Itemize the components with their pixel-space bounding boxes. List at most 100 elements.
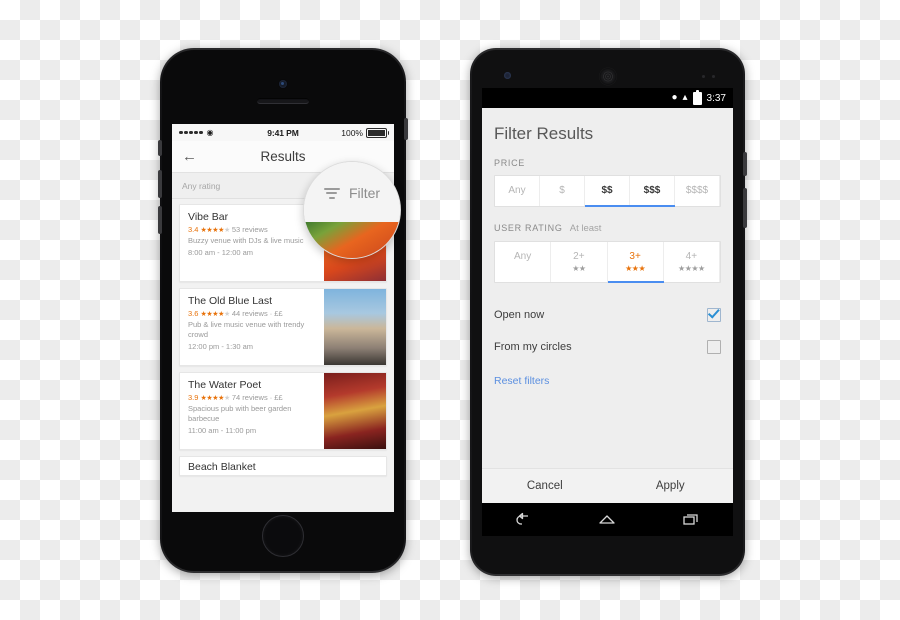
rating-filter-label: Any rating (182, 180, 221, 191)
result-info: The Water Poet 3.9 ★★★★★ 74 reviews · ££… (180, 373, 324, 449)
list-item[interactable]: Beach Blanket (179, 456, 387, 476)
iphone-home-button[interactable] (262, 515, 304, 557)
back-arrow-icon[interactable]: ← (182, 149, 197, 164)
rating-option-label: 3+ (629, 251, 641, 262)
result-name: The Water Poet (188, 379, 262, 391)
iphone-power-button[interactable] (404, 118, 408, 140)
open-now-checkbox[interactable] (707, 308, 721, 322)
user-rating-section-label: USER RATING At least (494, 223, 721, 234)
iphone-volume-up-button[interactable] (158, 170, 162, 198)
result-name: The Old Blue Last (188, 295, 273, 307)
apply-button[interactable]: Apply (608, 469, 734, 503)
rating-option-3plus[interactable]: 3+ ★★★ (608, 242, 664, 282)
price-option-label: Any (508, 185, 526, 196)
price-option-label: $$$$ (685, 185, 709, 196)
result-meta: 3.6 ★★★★★ 44 reviews · ££ (188, 309, 318, 318)
open-now-row[interactable]: Open now (494, 299, 721, 331)
android-earpiece-speaker (599, 68, 616, 85)
rating-segmented-control[interactable]: Any 2+ ★★ 3+ ★★★ 4+ ★★★★ (494, 241, 721, 283)
battery-icon (692, 89, 702, 105)
rating-option-stars-icon: ★★★★ (678, 264, 705, 273)
result-name: Vibe Bar (188, 211, 229, 223)
callout-bottom-surface (304, 222, 400, 258)
result-meta: 3.4 ★★★★★ 53 reviews (188, 225, 318, 234)
android-sensor-array (702, 75, 715, 78)
android-power-button[interactable] (743, 152, 747, 176)
rating-score: 3.4 (188, 225, 199, 234)
price-option-1[interactable]: $ (540, 176, 585, 206)
review-count: 74 reviews (231, 393, 268, 402)
result-info: The Old Blue Last 3.6 ★★★★★ 44 reviews ·… (180, 289, 324, 365)
android-nav-bar (482, 503, 733, 536)
android-home-icon[interactable] (597, 512, 617, 527)
result-description: Pub & live music venue with trendy crowd (188, 320, 305, 340)
result-info: Vibe Bar 3.4 ★★★★★ 53 reviews Buzzy venu… (180, 205, 324, 281)
result-thumbnail (324, 289, 386, 365)
cancel-button[interactable]: Cancel (482, 469, 608, 503)
battery-icon (366, 127, 389, 138)
iphone-silent-switch[interactable] (158, 140, 162, 156)
price-segmented-control[interactable]: Any $ $$ $$$ $$$$ (494, 175, 721, 207)
android-front-camera (504, 72, 511, 79)
rating-score: 3.6 (188, 309, 199, 318)
price-option-label: $ (559, 185, 565, 196)
review-count: 53 reviews (231, 225, 268, 234)
list-item[interactable]: The Water Poet 3.9 ★★★★★ 74 reviews · ££… (179, 372, 387, 450)
rating-stars-icon: ★★★★★ (200, 226, 230, 234)
iphone-device: ◉ 9:41 PM 100% ← Results Any rating Vibe… (158, 48, 408, 573)
filter-button-label: Filter (348, 185, 381, 201)
rating-option-any[interactable]: Any (495, 242, 552, 282)
result-description: Spacious pub with beer garden barbecue (188, 404, 292, 424)
result-name: Beach Blanket (188, 461, 256, 473)
rating-selection-indicator (607, 280, 664, 283)
from-my-circles-label: From my circles (494, 341, 572, 353)
price-level: · ££ (269, 393, 283, 402)
callout-content: Filter (304, 162, 400, 258)
list-item[interactable]: The Old Blue Last 3.6 ★★★★★ 44 reviews ·… (179, 288, 387, 366)
result-hours: 11:00 am - 11:00 pm (188, 426, 257, 436)
android-clock: 3:37 (706, 92, 726, 104)
price-option-4[interactable]: $$$$ (675, 176, 720, 206)
android-recents-icon[interactable] (681, 512, 701, 527)
page-title: Filter Results (494, 124, 594, 143)
filter-panel: Filter Results PRICE Any $ $$ $$$ $$$$ U… (482, 108, 733, 468)
ios-status-bar: ◉ 9:41 PM 100% (172, 124, 394, 141)
price-label-text: PRICE (494, 158, 526, 168)
price-option-2[interactable]: $$ (585, 176, 630, 206)
result-description: Buzzy venue with DJs & live music (188, 236, 304, 245)
reset-filters-link[interactable]: Reset filters (494, 375, 721, 387)
rating-score: 3.9 (188, 393, 199, 402)
price-option-any[interactable]: Any (495, 176, 540, 206)
ios-status-right: 100% (341, 127, 389, 138)
rating-option-2plus[interactable]: 2+ ★★ (551, 242, 608, 282)
result-thumbnail (324, 373, 386, 449)
from-my-circles-checkbox[interactable] (707, 340, 721, 354)
rating-option-label: 2+ (573, 251, 585, 262)
android-volume-button[interactable] (743, 188, 747, 228)
rating-option-label: 4+ (685, 251, 698, 262)
android-screen: ● ▴ 3:37 Filter Results PRICE Any $ $$ $… (482, 88, 733, 536)
filter-button[interactable]: Filter (304, 178, 400, 208)
price-section-label: PRICE (494, 158, 721, 168)
user-rating-sublabel: At least (569, 223, 602, 234)
android-back-icon[interactable] (514, 512, 534, 527)
from-my-circles-row[interactable]: From my circles (494, 331, 721, 363)
android-status-bar: ● ▴ 3:37 (482, 88, 733, 108)
price-selection-indicator (585, 204, 675, 207)
dialog-actions: Cancel Apply (482, 468, 733, 503)
location-pin-icon: ● (671, 92, 678, 103)
review-count: 44 reviews (231, 309, 268, 318)
iphone-earpiece-speaker (257, 98, 309, 104)
price-option-3[interactable]: $$$ (630, 176, 675, 206)
android-device: ● ▴ 3:37 Filter Results PRICE Any $ $$ $… (470, 48, 747, 576)
rating-stars-icon: ★★★★★ (200, 310, 230, 318)
result-meta: 3.9 ★★★★★ 74 reviews · ££ (188, 393, 318, 402)
iphone-volume-down-button[interactable] (158, 206, 162, 234)
rating-option-4plus[interactable]: 4+ ★★★★ (664, 242, 720, 282)
user-rating-label-text: USER RATING (494, 223, 563, 233)
price-option-label: $$$ (643, 185, 661, 196)
price-option-label: $$ (601, 185, 613, 196)
screenshot-stage: ◉ 9:41 PM 100% ← Results Any rating Vibe… (0, 0, 900, 620)
iphone-front-camera (279, 80, 287, 88)
result-info: Beach Blanket (180, 457, 324, 475)
